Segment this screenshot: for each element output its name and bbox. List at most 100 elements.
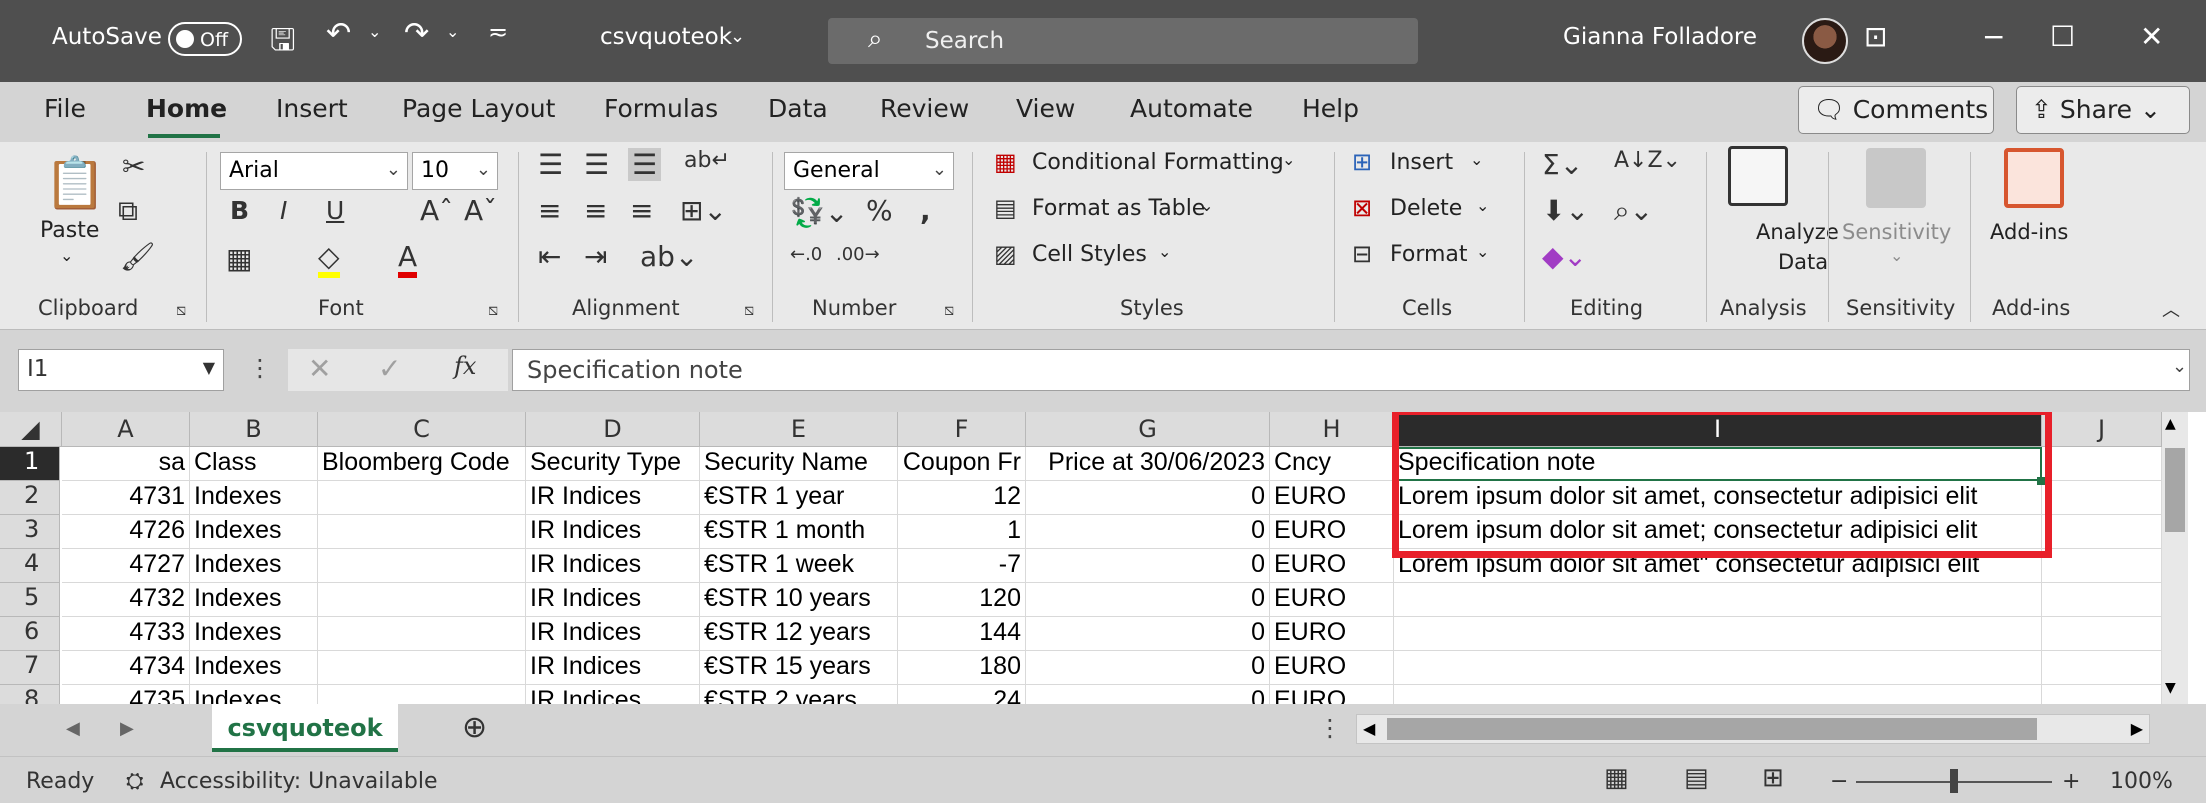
cell-h2[interactable]: EURO: [1270, 481, 1394, 515]
increase-decimal-icon[interactable]: ←.0: [790, 244, 822, 265]
cell-i7[interactable]: [1394, 651, 2042, 685]
paste-label[interactable]: Paste: [40, 218, 99, 243]
cell-f1[interactable]: Coupon Fr: [898, 447, 1026, 481]
cell-d4[interactable]: IR Indices: [526, 549, 700, 583]
fill-icon[interactable]: ⬇⌄: [1542, 194, 1589, 227]
cell-i6[interactable]: [1394, 617, 2042, 651]
row-header-5[interactable]: 5: [0, 583, 60, 617]
cell-c8[interactable]: [318, 685, 526, 704]
next-sheet-icon[interactable]: ▶: [120, 718, 134, 739]
user-name[interactable]: Gianna Folladore: [1563, 24, 1757, 50]
format-as-table-button[interactable]: Format as Table: [1032, 196, 1205, 221]
cell-e1[interactable]: Security Name: [700, 447, 898, 481]
row-header-1[interactable]: 1: [0, 447, 60, 481]
cell-a3[interactable]: 4726: [62, 515, 190, 549]
insert-function-icon[interactable]: fx: [454, 352, 476, 380]
row-header-6[interactable]: 6: [0, 617, 60, 651]
cell-b2[interactable]: Indexes: [190, 481, 318, 515]
insert-cells-button[interactable]: Insert: [1390, 150, 1453, 175]
cell-i5[interactable]: [1394, 583, 2042, 617]
decrease-decimal-icon[interactable]: .00→: [836, 244, 880, 265]
cell-g3[interactable]: 0: [1026, 515, 1270, 549]
save-icon[interactable]: 🖫: [270, 18, 296, 69]
cell-f8[interactable]: 24: [898, 685, 1026, 704]
horizontal-scrollbar[interactable]: ◀ ▶: [1356, 714, 2150, 744]
minimize-icon[interactable]: −: [1982, 20, 2005, 53]
row-header-4[interactable]: 4: [0, 549, 60, 583]
column-header-j[interactable]: J: [2042, 412, 2162, 447]
close-icon[interactable]: ✕: [2140, 20, 2163, 53]
percent-style-icon[interactable]: %: [866, 194, 893, 227]
cell-g5[interactable]: 0: [1026, 583, 1270, 617]
number-format-box[interactable]: General ⌄: [784, 152, 954, 190]
autosum-icon[interactable]: Σ⌄: [1542, 148, 1583, 181]
zoom-slider-thumb[interactable]: [1950, 769, 1958, 793]
font-size-box[interactable]: 10 ⌄: [412, 152, 498, 190]
cell-b5[interactable]: Indexes: [190, 583, 318, 617]
accessibility-icon[interactable]: ⛭: [126, 769, 144, 794]
italic-button[interactable]: I: [280, 196, 287, 225]
row-header-2[interactable]: 2: [0, 481, 60, 515]
font-name-box[interactable]: Arial ⌄: [220, 152, 408, 190]
cell-a6[interactable]: 4733: [62, 617, 190, 651]
cell-c2[interactable]: [318, 481, 526, 515]
column-header-e[interactable]: E: [700, 412, 898, 447]
search-box[interactable]: ⌕ Search: [828, 18, 1418, 64]
row-header-7[interactable]: 7: [0, 651, 60, 685]
cell-d8[interactable]: IR Indices: [526, 685, 700, 704]
cell-f3[interactable]: 1: [898, 515, 1026, 549]
cell-e8[interactable]: €STR 2 years: [700, 685, 898, 704]
tab-automate[interactable]: Automate: [1130, 94, 1253, 123]
page-layout-view-icon[interactable]: ▤: [1684, 763, 1709, 793]
cell-g4[interactable]: 0: [1026, 549, 1270, 583]
format-as-table-chevron-icon[interactable]: ⌄: [1200, 196, 1213, 215]
tab-insert[interactable]: Insert: [276, 94, 348, 123]
underline-button[interactable]: U: [326, 196, 344, 225]
cell-styles-icon[interactable]: ▨: [994, 240, 1017, 268]
cell-b4[interactable]: Indexes: [190, 549, 318, 583]
sensitivity-icon[interactable]: [1866, 148, 1926, 208]
tab-view[interactable]: View: [1016, 94, 1075, 123]
cell-f5[interactable]: 120: [898, 583, 1026, 617]
align-center-icon[interactable]: ≡: [584, 194, 607, 227]
cell-a5[interactable]: 4732: [62, 583, 190, 617]
tab-review[interactable]: Review: [880, 94, 969, 123]
cell-e5[interactable]: €STR 10 years: [700, 583, 898, 617]
zoom-out-icon[interactable]: −: [1830, 769, 1848, 794]
accessibility-status[interactable]: Accessibility: Unavailable: [160, 769, 438, 794]
enter-icon[interactable]: ✓: [378, 352, 401, 385]
scroll-up-icon[interactable]: ▲: [2165, 416, 2176, 432]
sensitivity-chevron-icon[interactable]: ⌄: [1890, 246, 1903, 265]
expand-formula-icon[interactable]: ⌄: [2172, 356, 2187, 377]
cell-a2[interactable]: 4731: [62, 481, 190, 515]
cell-c5[interactable]: [318, 583, 526, 617]
autosave-toggle[interactable]: Off: [168, 22, 242, 56]
conditional-formatting-icon[interactable]: ▦: [994, 148, 1017, 176]
format-cells-icon[interactable]: ⊟: [1352, 240, 1372, 268]
align-right-icon[interactable]: ≡: [630, 194, 653, 227]
cell-styles-chevron-icon[interactable]: ⌄: [1158, 242, 1171, 261]
copy-icon[interactable]: ⧉: [118, 194, 138, 228]
insert-chevron-icon[interactable]: ⌄: [1470, 150, 1483, 169]
font-color-icon[interactable]: A: [398, 242, 418, 278]
cell-j5[interactable]: [2042, 583, 2162, 617]
cell-j6[interactable]: [2042, 617, 2162, 651]
avatar[interactable]: [1802, 18, 1848, 64]
align-middle-icon[interactable]: ☰: [584, 148, 609, 181]
alignment-launcher-icon[interactable]: ⧅: [744, 300, 754, 320]
cell-h3[interactable]: EURO: [1270, 515, 1394, 549]
add-ins-icon[interactable]: [2004, 148, 2064, 208]
undo-dropdown-icon[interactable]: ⌄: [368, 22, 381, 41]
cell-e3[interactable]: €STR 1 month: [700, 515, 898, 549]
cell-c6[interactable]: [318, 617, 526, 651]
cell-f4[interactable]: -7: [898, 549, 1026, 583]
add-sheet-icon[interactable]: ⊕: [462, 710, 487, 745]
paste-icon[interactable]: 📋: [44, 154, 106, 213]
scroll-left-icon[interactable]: ◀: [1363, 719, 1375, 738]
collapse-ribbon-icon[interactable]: ︿: [2162, 296, 2180, 322]
cell-d5[interactable]: IR Indices: [526, 583, 700, 617]
cell-h7[interactable]: EURO: [1270, 651, 1394, 685]
cell-h5[interactable]: EURO: [1270, 583, 1394, 617]
format-cells-button[interactable]: Format: [1390, 242, 1468, 267]
select-all-corner[interactable]: ◢: [0, 412, 62, 447]
